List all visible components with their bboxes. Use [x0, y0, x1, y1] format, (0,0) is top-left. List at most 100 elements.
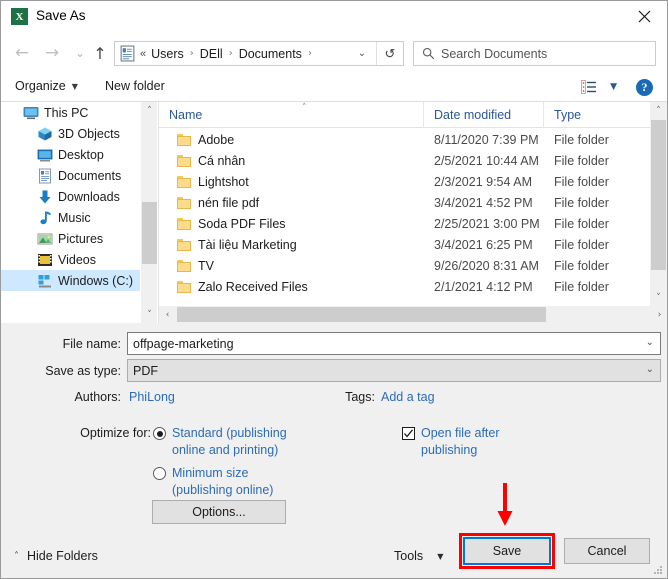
file-list-horizontal-scrollbar[interactable]: ‹ › — [159, 306, 667, 323]
sidebar-item-label: Desktop — [58, 147, 104, 162]
optimize-for-label: Optimize for: — [80, 426, 151, 440]
authors-value[interactable]: PhiLong — [129, 390, 175, 404]
breadcrumb-prefix: « — [140, 47, 147, 60]
radio-minimum-size[interactable]: Minimum size (publishing online) — [153, 465, 292, 499]
authors-label: Authors: — [74, 390, 121, 404]
back-icon[interactable]: ← — [11, 42, 33, 64]
table-row[interactable]: Adobe 8/11/2020 7:39 PM File folder — [159, 129, 651, 150]
scroll-right-icon[interactable]: › — [651, 306, 667, 323]
scroll-up-icon[interactable]: ˄ — [141, 102, 158, 119]
file-name-input[interactable]: offpage-marketing ⌄ — [127, 332, 661, 355]
breadcrumb-dell[interactable]: DEll — [198, 47, 225, 61]
save-as-type-select[interactable]: PDF ⌄ — [127, 359, 661, 382]
cancel-button[interactable]: Cancel — [564, 538, 650, 564]
picture-icon — [37, 233, 53, 244]
cell-name: Zalo Received Files — [159, 280, 424, 294]
sidebar-item-downloads[interactable]: Downloads — [1, 186, 140, 207]
cell-date-modified: 2/25/2021 3:00 PM — [434, 216, 540, 231]
table-row[interactable]: nén file pdf 3/4/2021 4:52 PM File folder — [159, 192, 651, 213]
sidebar-item-windows-c[interactable]: Windows (C:) — [1, 270, 140, 291]
documents-folder-icon — [120, 45, 135, 62]
view-layout-icon[interactable] — [581, 80, 597, 94]
radio-button-selected-icon[interactable] — [153, 427, 166, 440]
scroll-down-icon[interactable]: ˅ — [650, 289, 667, 306]
save-button[interactable]: Save — [463, 537, 551, 565]
cell-name: Lightshot — [159, 175, 424, 189]
file-list-vertical-scrollbar[interactable]: ˄ ˅ — [650, 102, 667, 306]
options-button[interactable]: Options... — [152, 500, 286, 524]
table-row[interactable]: Zalo Received Files 2/1/2021 4:12 PM File … — [159, 276, 651, 297]
checkbox-label: Open file after publishing — [421, 426, 500, 457]
file-name-text: Tài liệu Marketing — [198, 237, 297, 252]
save-as-type-value: PDF — [133, 363, 158, 378]
sidebar-item-label: This PC — [44, 105, 89, 120]
forward-icon[interactable]: → — [41, 42, 63, 64]
cell-type: File folder — [554, 237, 609, 252]
folder-icon — [177, 175, 191, 188]
folder-icon — [177, 280, 191, 293]
cell-name: Soda PDF Files — [159, 217, 424, 231]
folder-icon — [177, 217, 191, 230]
up-icon[interactable]: ↑ — [89, 42, 111, 64]
chevron-down-icon[interactable]: ⌄ — [646, 337, 654, 348]
column-headers: Name ˄ Date modified Type — [159, 102, 651, 128]
table-row[interactable]: Tài liệu Marketing 3/4/2021 6:25 PM File f… — [159, 234, 651, 255]
table-row[interactable]: Lightshot 2/3/2021 9:54 AM File folder — [159, 171, 651, 192]
explorer-pane: This PC 3D Objects Desktop Documents Dow… — [1, 102, 667, 323]
cell-type: File folder — [554, 174, 609, 189]
explorer-toolbar: Organize ▼ New folder ▼ ? — [1, 73, 667, 102]
refresh-icon[interactable]: ↺ — [376, 42, 403, 65]
new-folder-button[interactable]: New folder — [105, 79, 165, 93]
cell-date-modified: 9/26/2020 8:31 AM — [434, 258, 539, 273]
tools-button[interactable]: Tools ▼ — [394, 549, 443, 563]
table-row[interactable]: Soda PDF Files 2/25/2021 3:00 PM File fold… — [159, 213, 651, 234]
chevron-down-icon[interactable]: ⌄ — [349, 42, 375, 65]
radio-button-icon[interactable] — [153, 467, 166, 480]
scrollbar-thumb[interactable] — [142, 202, 157, 264]
radio-standard[interactable]: Standard (publishing online and printing… — [153, 425, 307, 459]
sidebar-item-videos[interactable]: Videos — [1, 249, 140, 270]
search-input[interactable]: Search Documents — [413, 41, 656, 66]
cell-name: TV — [159, 259, 424, 273]
open-file-after-publishing-checkbox[interactable]: Open file after publishing — [402, 425, 503, 459]
chevron-down-icon[interactable]: ▼ — [610, 82, 617, 92]
sidebar-item-label: Windows (C:) — [58, 273, 134, 288]
column-header-type[interactable]: Type — [544, 102, 651, 128]
recent-locations-icon[interactable]: ⌄ — [69, 42, 91, 64]
column-header-name[interactable]: Name ˄ — [159, 102, 424, 128]
close-icon[interactable] — [621, 1, 667, 32]
chevron-up-icon: ˄ — [14, 550, 19, 562]
sidebar-item-desktop[interactable]: Desktop — [1, 144, 140, 165]
help-icon[interactable]: ? — [636, 79, 653, 96]
sidebar-item-label: Music — [58, 210, 91, 225]
sidebar-item-3d-objects[interactable]: 3D Objects — [1, 123, 140, 144]
table-row[interactable]: TV 9/26/2020 8:31 AM File folder — [159, 255, 651, 276]
breadcrumb-users[interactable]: Users — [149, 47, 186, 61]
column-header-date-modified[interactable]: Date modified — [424, 102, 544, 128]
chevron-down-icon[interactable]: ⌄ — [646, 364, 654, 375]
add-a-tag-link[interactable]: Add a tag — [381, 390, 435, 404]
scroll-up-icon[interactable]: ˄ — [650, 102, 667, 119]
breadcrumb-documents[interactable]: Documents — [237, 47, 304, 61]
scroll-down-icon[interactable]: ˅ — [141, 306, 158, 323]
resize-grip-icon[interactable] — [653, 565, 663, 575]
scrollbar-thumb[interactable] — [177, 307, 546, 322]
hide-folders-button[interactable]: ˄ Hide Folders — [14, 549, 98, 563]
scrollbar-thumb[interactable] — [651, 120, 666, 270]
save-as-type-label: Save as type: — [45, 364, 121, 378]
title-bar: X Save As — [1, 1, 667, 33]
organize-button[interactable]: Organize ▼ — [15, 79, 78, 93]
sidebar-scrollbar[interactable]: ˄ ˅ — [140, 102, 157, 323]
cell-type: File folder — [554, 195, 609, 210]
sidebar-item-documents[interactable]: Documents — [1, 165, 140, 186]
cell-type: File folder — [554, 132, 609, 147]
search-placeholder: Search Documents — [441, 46, 548, 61]
sidebar-item-this-pc[interactable]: This PC — [1, 102, 140, 123]
sidebar-item-music[interactable]: Music — [1, 207, 140, 228]
cell-date-modified: 2/1/2021 4:12 PM — [434, 279, 533, 294]
sidebar-item-pictures[interactable]: Pictures — [1, 228, 140, 249]
table-row[interactable]: Cá nhân 2/5/2021 10:44 AM File folder — [159, 150, 651, 171]
scroll-left-icon[interactable]: ‹ — [159, 306, 176, 323]
checkbox-checked-icon[interactable] — [402, 427, 415, 440]
address-bar[interactable]: « Users › DEll › Documents › ⌄ ↺ — [114, 41, 404, 66]
